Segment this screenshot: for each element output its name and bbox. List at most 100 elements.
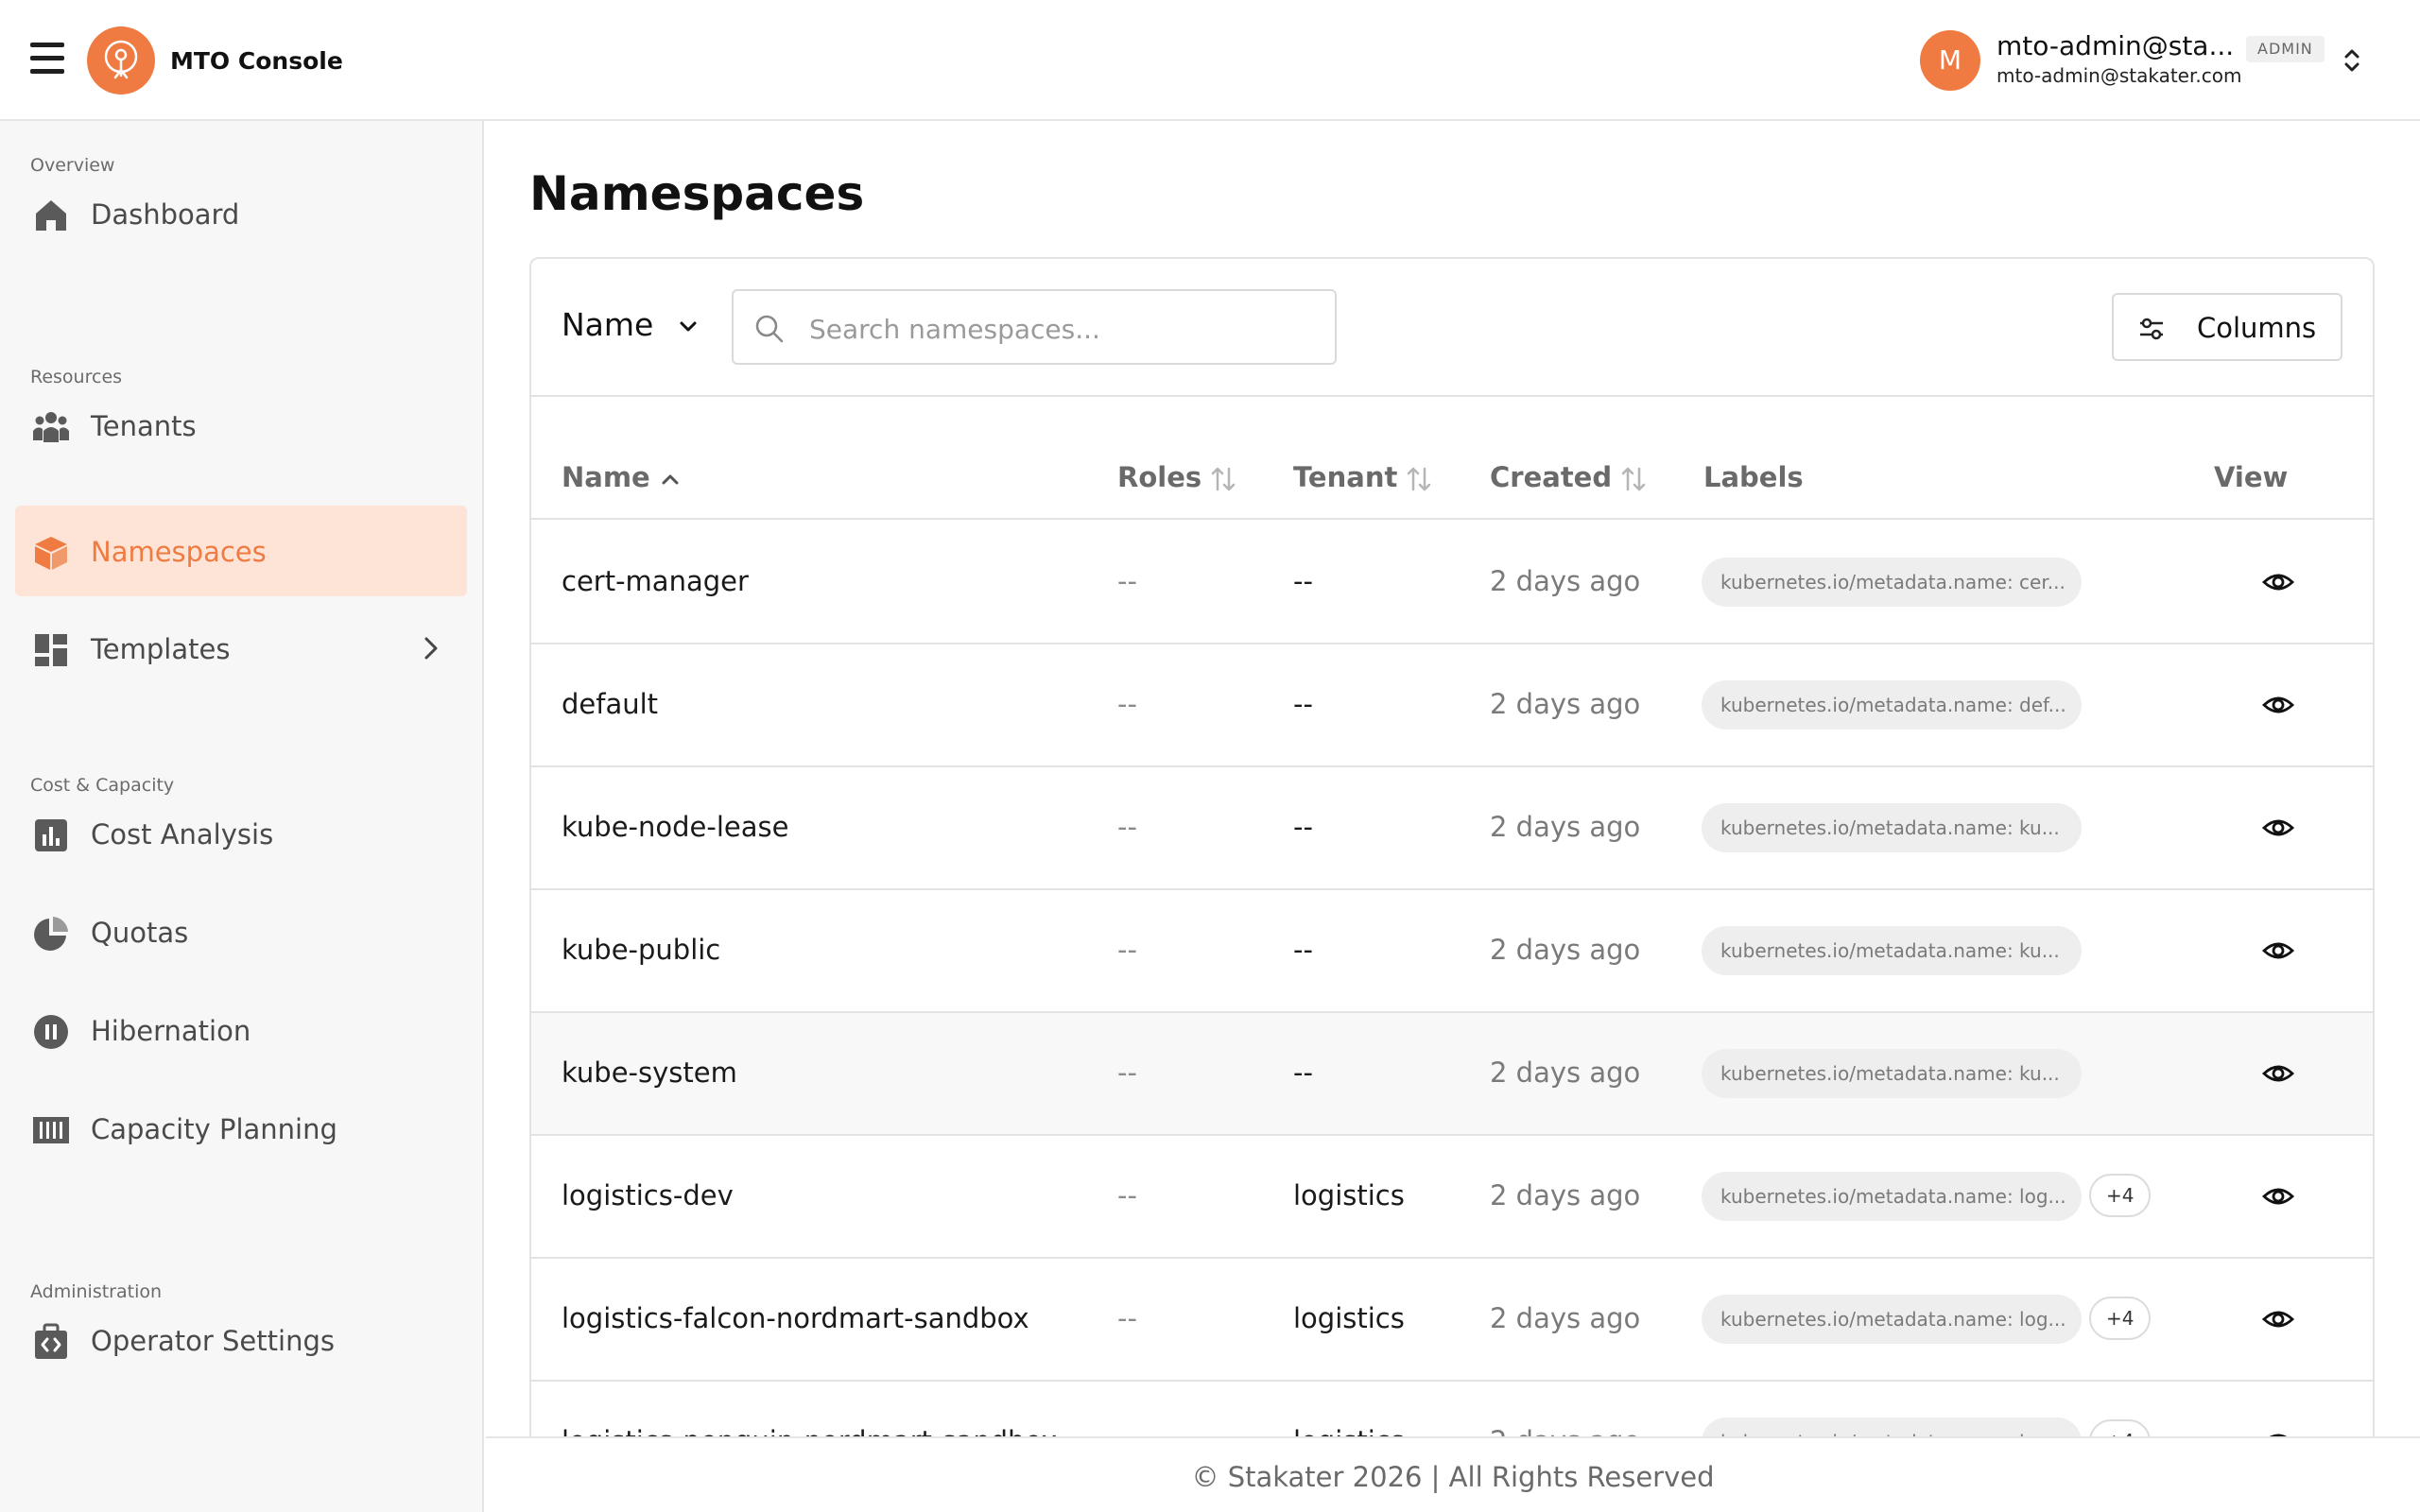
app-logo [87,26,155,94]
cell-roles: -- [1117,934,1137,966]
home-icon [36,200,66,231]
sidebar-item-capacity-planning[interactable]: Capacity Planning [15,1083,467,1174]
sidebar-item-dashboard[interactable]: Dashboard [15,168,467,259]
sidebar-item-label: Quotas [91,917,189,949]
header-name-label: Name [562,461,650,493]
cell-tenant: logistics [1293,1179,1405,1211]
cell-created: 2 days ago [1490,1057,1641,1089]
namespaces-table-card: Name Columns Name Roles Tenant Created L… [529,257,2375,1512]
header-roles-label: Roles [1117,461,1202,493]
dashboard-grid-icon [35,634,67,666]
cell-name: kube-system [562,1057,737,1089]
barcode-icon [33,1117,69,1143]
table-row[interactable]: kube-system -- -- 2 days ago kubernetes.io/m… [531,1013,2373,1136]
eye-icon[interactable] [2261,811,2295,845]
cell-tenant: -- [1293,565,1313,597]
header-created-label: Created [1490,461,1613,493]
label-chip: kubernetes.io/metadata.name: ku... [1702,926,2082,975]
table-header: Name Roles Tenant Created Labels View [531,397,2373,520]
cell-name: logistics-falcon-nordmart-sandbox [562,1302,1029,1334]
eye-icon[interactable] [2261,688,2295,722]
cell-roles: -- [1117,688,1137,720]
sidebar-item-label: Capacity Planning [91,1113,337,1145]
table-row[interactable]: cert-manager -- -- 2 days ago kubernetes.io/… [531,522,2373,644]
search-icon [755,315,784,343]
cell-created: 2 days ago [1490,565,1641,597]
label-chip: kubernetes.io/metadata.name: ku... [1702,1049,2082,1098]
sidebar-item-namespaces[interactable]: Namespaces [15,506,467,596]
sidebar-item-hibernation[interactable]: Hibernation [15,985,467,1075]
eye-icon[interactable] [2261,565,2295,599]
sidebar-item-quotas[interactable]: Quotas [15,886,467,977]
bar-chart-icon [35,819,67,851]
pie-chart-icon [34,917,68,951]
search-input[interactable] [809,308,1320,350]
header-view: View [2214,461,2289,493]
sidebar-item-label: Tenants [91,410,197,442]
eye-icon[interactable] [2261,934,2295,968]
cell-tenant: -- [1293,934,1313,966]
pause-icon [34,1015,68,1049]
sidebar-item-tenants[interactable]: Tenants [15,380,467,471]
sidebar-item-operator-settings[interactable]: Operator Settings [15,1295,467,1385]
cell-created: 2 days ago [1490,1302,1641,1334]
header-labels: Labels [1703,461,1804,493]
eye-icon[interactable] [2261,1057,2295,1091]
user-name: mto-admin@sta... [1996,30,2235,61]
cell-name: default [562,688,659,720]
columns-button[interactable]: Columns [2112,293,2342,361]
sidebar-item-label: Operator Settings [91,1325,335,1357]
app-title: MTO Console [170,47,343,75]
cell-roles: -- [1117,1057,1137,1089]
top-header: MTO Console M mto-admin@sta... ADMIN mto… [0,0,2420,121]
label-chip: kubernetes.io/metadata.name: log... [1702,1295,2082,1344]
cell-roles: -- [1117,1179,1137,1211]
label-chip: kubernetes.io/metadata.name: def... [1702,680,2082,730]
header-created[interactable]: Created [1490,461,1648,493]
label-chip: kubernetes.io/metadata.name: log... [1702,1172,2082,1221]
cell-tenant: logistics [1293,1302,1405,1334]
more-labels-chip[interactable]: +4 [2089,1174,2152,1217]
sliders-icon [2140,318,2163,340]
account-switch-icon[interactable] [2339,43,2365,77]
avatar[interactable]: M [1920,30,1980,91]
footer-text: © Stakater 2026 | All Rights Reserved [1191,1461,1715,1493]
label-chip: kubernetes.io/metadata.name: cer... [1702,558,2082,607]
sort-icon [1621,467,1646,491]
users-icon [33,412,69,442]
table-row[interactable]: default -- -- 2 days ago kubernetes.io/metad… [531,644,2373,767]
menu-toggle-icon[interactable] [30,43,64,75]
cell-created: 2 days ago [1490,811,1641,843]
table-row[interactable]: kube-public -- -- 2 days ago kubernetes.io/m… [531,890,2373,1013]
sidebar-item-label: Namespaces [91,536,267,568]
sidebar-item-label: Cost Analysis [91,818,274,850]
footer: © Stakater 2026 | All Rights Reserved [486,1436,2420,1512]
cell-name: kube-node-lease [562,811,789,843]
eye-icon[interactable] [2261,1302,2295,1336]
code-bag-icon [35,1323,67,1359]
header-roles[interactable]: Roles [1117,461,1237,493]
sidebar-item-label: Hibernation [91,1015,251,1047]
more-labels-chip[interactable]: +4 [2089,1297,2152,1340]
header-tenant[interactable]: Tenant [1293,461,1433,493]
sidebar-item-templates[interactable]: Templates [15,603,467,694]
sidebar-item-label: Dashboard [91,198,240,231]
cell-name: cert-manager [562,565,749,597]
table-row[interactable]: logistics-falcon-nordmart-sandbox -- logis… [531,1259,2373,1382]
table-row[interactable]: logistics-dev -- logistics 2 days ago kubern… [531,1136,2373,1259]
cell-tenant: -- [1293,688,1313,720]
cell-roles: -- [1117,811,1137,843]
table-row[interactable]: kube-node-lease -- -- 2 days ago kubernetes.… [531,767,2373,890]
chevron-down-icon[interactable] [677,316,700,338]
sidebar: Overview Dashboard Resources Tenants Nam… [0,121,484,1512]
header-name[interactable]: Name [562,461,683,493]
filter-field-select[interactable]: Name [562,306,653,343]
label-chip: kubernetes.io/metadata.name: ku... [1702,803,2082,852]
search-box[interactable] [732,289,1337,365]
cube-icon [35,537,67,570]
sidebar-item-cost-analysis[interactable]: Cost Analysis [15,788,467,879]
chevron-right-icon [424,637,438,660]
user-email: mto-admin@stakater.com [1996,64,2242,87]
eye-icon[interactable] [2261,1179,2295,1213]
sort-ascending-icon [662,474,679,485]
